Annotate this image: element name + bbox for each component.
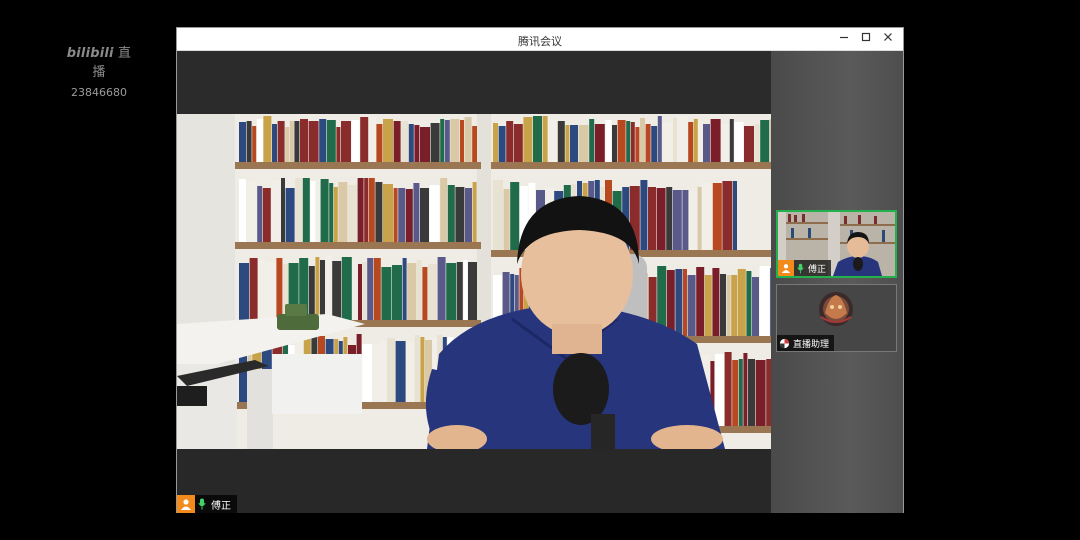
person-icon — [778, 260, 794, 276]
close-button[interactable] — [879, 31, 897, 47]
main-video-bottom-bar: 傅正 — [177, 449, 771, 513]
window-title: 腾讯会议 — [518, 35, 562, 48]
bilibili-live-logo: bilibili 直播 — [64, 42, 134, 80]
participant-tag: 直播助理 — [777, 335, 835, 351]
participant-name: 傅正 — [808, 264, 827, 275]
main-video-area[interactable]: 傅正 — [177, 51, 771, 513]
minimize-button[interactable] — [835, 31, 853, 47]
microphone-on-icon — [794, 260, 806, 276]
maximize-icon — [861, 32, 871, 42]
video-frame-image — [177, 114, 771, 449]
maximize-button[interactable] — [857, 31, 875, 47]
person-icon — [177, 495, 195, 513]
bilibili-logo-text: bilibili — [66, 46, 114, 61]
meeting-window: 腾讯会议 傅正 傅正 直播助理 — [176, 27, 904, 513]
main-speaker-nameplate: 傅正 — [177, 495, 237, 513]
participant-thumbnail-active[interactable]: 傅正 — [776, 210, 897, 278]
title-bar[interactable]: 腾讯会议 — [177, 28, 903, 51]
participant-tag: 傅正 — [778, 260, 832, 276]
stream-watermark: bilibili 直播 23846680 — [64, 42, 134, 99]
main-speaker-name: 傅正 — [211, 500, 231, 512]
live-assistant-icon — [777, 335, 791, 351]
participant-panel: 傅正 直播助理 — [771, 51, 903, 513]
participant-name: 直播助理 — [793, 339, 830, 350]
microphone-on-icon — [195, 495, 209, 513]
main-video-feed — [177, 114, 771, 449]
room-id: 23846680 — [71, 86, 127, 99]
minimize-icon — [840, 36, 848, 39]
close-icon — [884, 33, 892, 41]
participant-thumbnail-assistant[interactable]: 直播助理 — [776, 284, 897, 352]
